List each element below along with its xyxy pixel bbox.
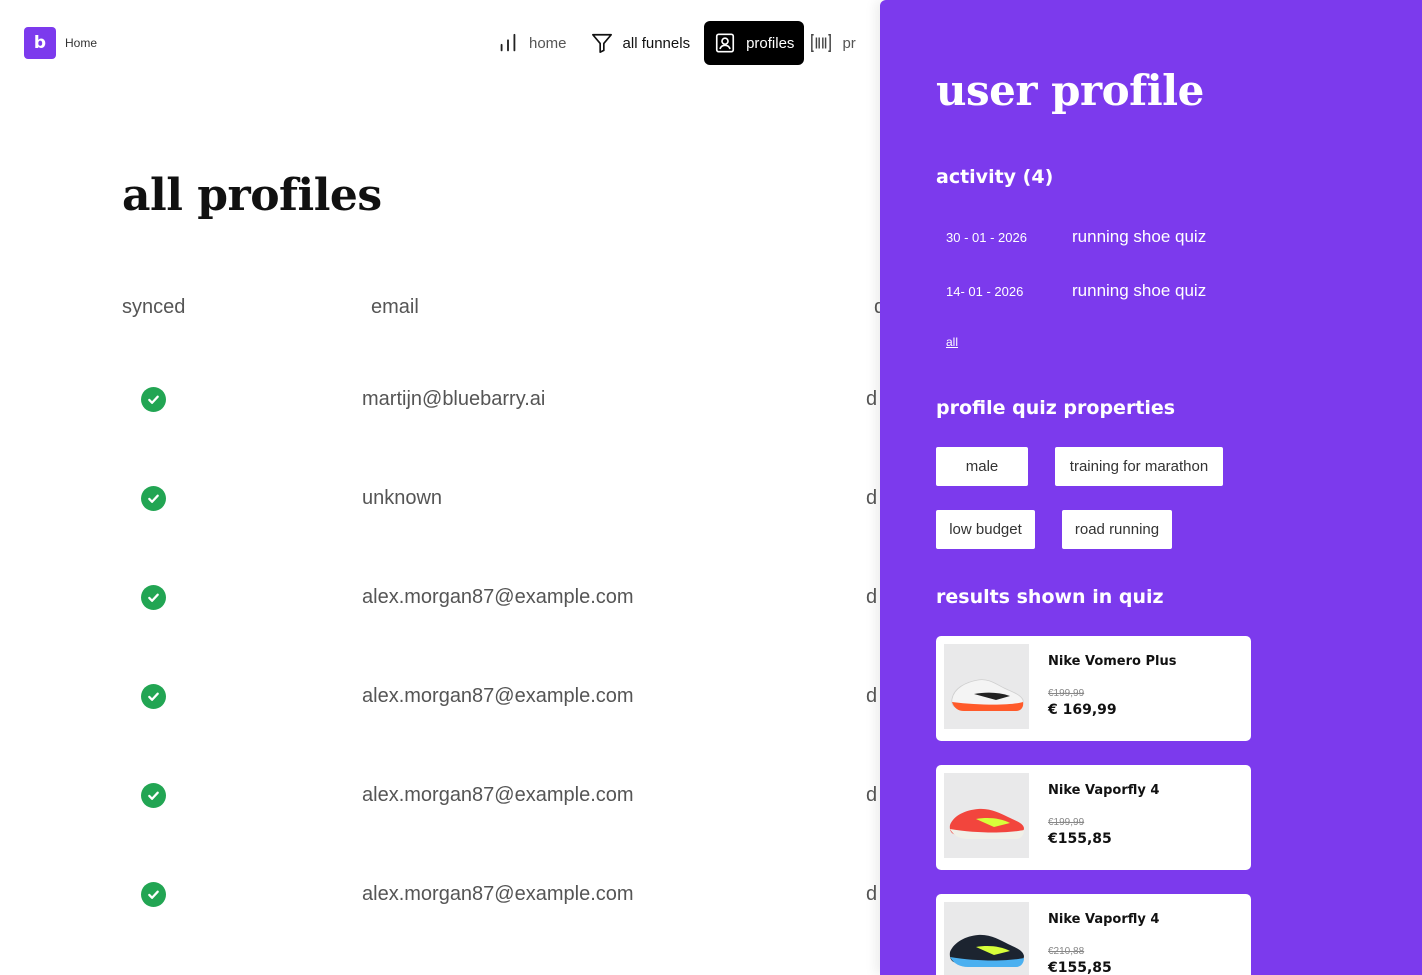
results-heading: results shown in quiz (936, 586, 1164, 608)
nav-all-funnels-label: all funnels (622, 34, 691, 52)
page-title: all profiles (122, 170, 382, 221)
main-nav: home all funnels profiles pr (487, 21, 866, 65)
column-header-synced: synced (122, 296, 186, 318)
nav-product-scan-label: pr (842, 34, 856, 52)
nav-product-scan[interactable]: pr (804, 21, 865, 65)
product-card[interactable]: Nike Vaporfly 4 €199,99 €155,85 (936, 765, 1251, 870)
user-profile-panel: user profile activity (4) 30 - 01 - 2026… (880, 0, 1422, 975)
activity-name: running shoe quiz (1072, 227, 1207, 246)
row-email: martijn@bluebarry.ai (362, 387, 546, 410)
row-email: alex.morgan87@example.com (362, 585, 634, 608)
product-price: €155,85 (1048, 960, 1112, 975)
product-old-price: €210,88 (1048, 946, 1085, 957)
nav-home-label: home (529, 34, 567, 52)
barcode-scan-icon (811, 34, 832, 52)
row-third-col: d (866, 486, 878, 509)
product-image (944, 773, 1029, 858)
table-row[interactable]: unknown d (0, 478, 880, 518)
activity-date: 30 - 01 - 2026 (946, 229, 1027, 245)
panel-title: user profile (936, 66, 1204, 115)
property-tag: male (936, 447, 1028, 486)
synced-check-icon (141, 485, 166, 511)
property-tag: training for marathon (1055, 447, 1223, 486)
row-email: unknown (362, 486, 443, 509)
nav-all-funnels[interactable]: all funnels (581, 21, 701, 65)
row-email: alex.morgan87@example.com (362, 783, 634, 806)
activity-heading: activity (4) (936, 166, 1054, 188)
table-row[interactable]: alex.morgan87@example.com d (0, 874, 880, 914)
properties-heading: profile quiz properties (936, 397, 1176, 419)
product-card[interactable]: Nike Vaporfly 4 €210,88 €155,85 (936, 894, 1251, 975)
running-shoe-icon (944, 902, 1029, 975)
row-third-col: d (866, 783, 878, 806)
activity-name: running shoe quiz (1072, 281, 1207, 300)
home-label: Home (65, 36, 98, 50)
row-email: alex.morgan87@example.com (362, 882, 634, 905)
product-image (944, 902, 1029, 975)
property-tag: low budget (936, 510, 1035, 549)
running-shoe-icon (944, 644, 1029, 729)
row-third-col: d (866, 684, 878, 707)
table-row[interactable]: alex.morgan87@example.com d (0, 775, 880, 815)
synced-check-icon (141, 782, 166, 808)
profile-card-icon (716, 33, 735, 53)
product-old-price: €199,99 (1048, 817, 1085, 828)
row-third-col: d (866, 387, 878, 410)
synced-check-icon (141, 584, 166, 610)
funnel-icon (591, 33, 612, 53)
synced-check-icon (141, 683, 166, 709)
product-image (944, 644, 1029, 729)
brand-logo: b (24, 27, 56, 59)
nav-home[interactable]: home (487, 21, 577, 65)
product-name: Nike Vaporfly 4 (1048, 783, 1160, 798)
running-shoe-icon (944, 773, 1029, 858)
table-row[interactable]: martijn@bluebarry.ai d (0, 379, 880, 419)
table-row[interactable]: alex.morgan87@example.com d (0, 676, 880, 716)
product-old-price: €199,99 (1048, 688, 1085, 699)
activity-all-link[interactable]: all (946, 335, 958, 349)
activity-item[interactable]: 14- 01 - 2026 running shoe quiz (946, 279, 1206, 303)
nav-profiles-label: profiles (746, 34, 795, 52)
product-name: Nike Vomero Plus (1048, 654, 1177, 669)
row-email: alex.morgan87@example.com (362, 684, 634, 707)
product-card[interactable]: Nike Vomero Plus €199,99 € 169,99 (936, 636, 1251, 741)
product-price: € 169,99 (1048, 702, 1117, 718)
bar-chart-icon (500, 33, 516, 52)
row-third-col: d (866, 585, 878, 608)
row-third-col: d (866, 882, 878, 905)
nav-profiles[interactable]: profiles (704, 21, 805, 65)
home-logo-link[interactable]: b Home (24, 27, 97, 59)
synced-check-icon (141, 386, 166, 412)
synced-check-icon (141, 881, 166, 907)
product-name: Nike Vaporfly 4 (1048, 912, 1160, 927)
column-header-email: email (371, 296, 419, 318)
activity-item[interactable]: 30 - 01 - 2026 running shoe quiz (946, 225, 1206, 249)
table-row[interactable]: alex.morgan87@example.com d (0, 577, 880, 617)
activity-date: 14- 01 - 2026 (946, 283, 1024, 299)
property-tag: road running (1062, 510, 1172, 549)
product-price: €155,85 (1048, 831, 1112, 847)
